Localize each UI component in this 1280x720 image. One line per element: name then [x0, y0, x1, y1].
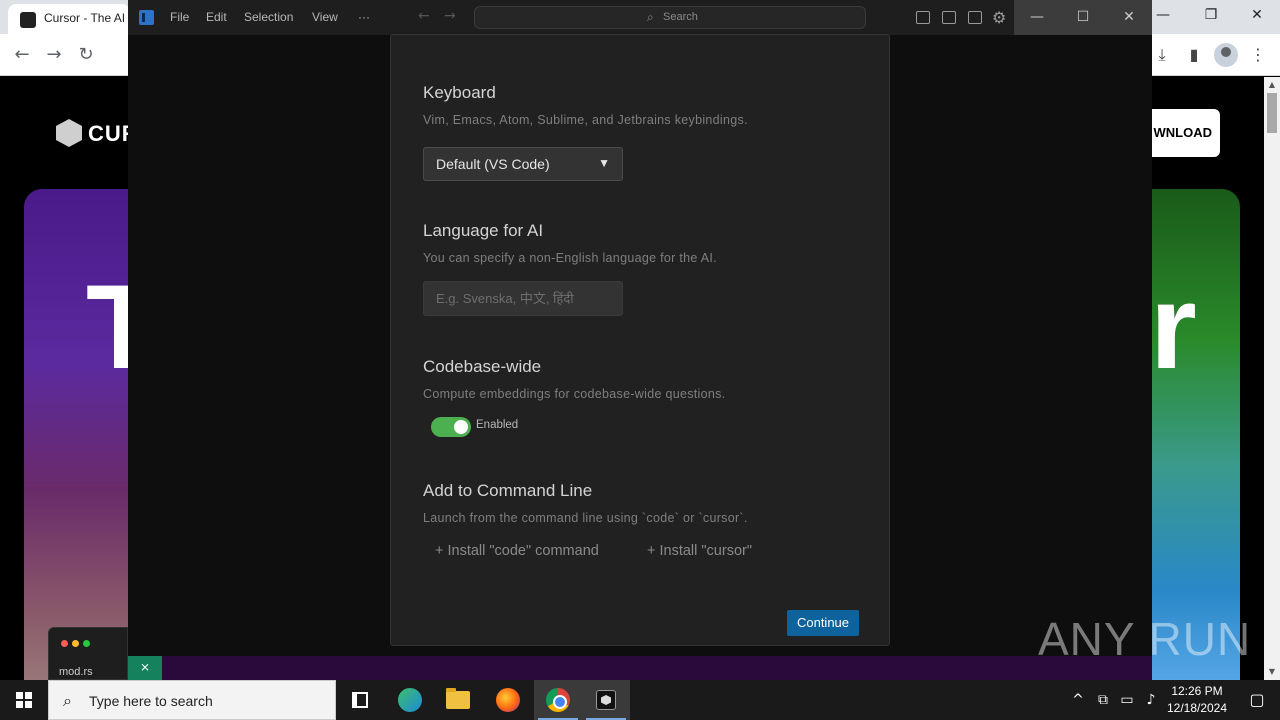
forward-arrow-icon[interactable]: → [42, 43, 66, 67]
cursor-logo-icon [56, 119, 82, 147]
taskbar-search-placeholder: Type here to search [89, 693, 213, 709]
cursor-maximize-button[interactable]: ☐ [1060, 0, 1106, 35]
cursor-app-taskbar-icon [596, 690, 616, 710]
dropdown-arrow-icon: ▼ [598, 156, 610, 170]
install-cursor-command-button[interactable]: + Install "cursor" [647, 543, 752, 559]
code-card-filename: mod.rs [59, 666, 93, 678]
toggle-panel-icon[interactable] [942, 11, 956, 24]
codebase-section-description: Compute embeddings for codebase-wide que… [423, 387, 726, 401]
codebase-section-title: Codebase-wide [423, 357, 542, 376]
keyboard-section-title: Keyboard [423, 83, 496, 102]
cursor-minimize-button[interactable]: — [1014, 0, 1060, 35]
chrome-restore-button[interactable]: ❐ [1188, 0, 1234, 34]
maximize-dot-icon [83, 640, 90, 647]
toggle-secondary-sidebar-icon[interactable] [968, 11, 982, 24]
taskbar-search-box[interactable]: ⌕ Type here to search [48, 680, 336, 720]
task-view-button[interactable] [336, 680, 384, 720]
network-adapter-icon[interactable]: ⧉ [1092, 680, 1114, 720]
folder-icon [446, 688, 470, 709]
search-placeholder: Search [663, 11, 698, 23]
install-code-command-button[interactable]: + Install "code" command [435, 543, 599, 559]
continue-button[interactable]: Continue [787, 610, 859, 636]
back-arrow-icon[interactable]: ← [10, 43, 34, 67]
start-button[interactable] [0, 680, 48, 720]
keyboard-section-description: Vim, Emacs, Atom, Sublime, and Jetbrains… [423, 113, 748, 127]
cursor-close-button[interactable]: ✕ [1106, 0, 1152, 35]
command-search-box[interactable]: ⌕ Search [474, 6, 866, 29]
close-dot-icon [61, 640, 68, 647]
command-line-section-description: Launch from the command line using `code… [423, 511, 748, 525]
edge-icon [398, 688, 422, 712]
minimize-dot-icon [72, 640, 79, 647]
windows-logo-icon [16, 692, 32, 708]
page-scrollbar[interactable]: ▲ ▼ [1264, 77, 1280, 680]
keybinding-select[interactable]: Default (VS Code) ▼ [423, 147, 623, 181]
volume-icon[interactable]: ♪ [1140, 680, 1162, 720]
download-button[interactable]: WNLOAD [1140, 109, 1220, 157]
taskbar-chrome[interactable] [534, 680, 582, 720]
show-hidden-icons-chevron-icon[interactable]: ^ [1068, 680, 1088, 720]
scroll-up-icon[interactable]: ▲ [1264, 77, 1280, 93]
task-view-icon [352, 692, 368, 708]
search-icon: ⌕ [63, 691, 72, 710]
ai-language-input[interactable] [423, 281, 623, 316]
taskbar-firefox[interactable] [484, 680, 532, 720]
nav-back-icon[interactable]: ← [418, 8, 430, 24]
keybinding-selected-value: Default (VS Code) [436, 156, 550, 172]
nav-forward-icon[interactable]: → [444, 8, 456, 24]
profile-avatar[interactable] [1214, 43, 1238, 67]
chrome-tab[interactable]: Cursor - The AI [8, 4, 130, 34]
menu-file[interactable]: File [170, 10, 189, 24]
chrome-menu-icon[interactable]: ⋮ [1246, 43, 1270, 67]
codebase-embeddings-toggle[interactable] [431, 417, 471, 437]
system-clock[interactable]: 12:26 PM 12/18/2024 [1160, 683, 1234, 717]
clock-date: 12/18/2024 [1166, 701, 1228, 715]
download-icon[interactable]: ⤓ [1150, 43, 1174, 67]
toggle-primary-sidebar-icon[interactable] [916, 11, 930, 24]
cursor-favicon-icon [20, 12, 36, 28]
menu-edit[interactable]: Edit [206, 10, 227, 24]
chrome-close-button[interactable]: ✕ [1234, 0, 1280, 34]
clock-time: 12:26 PM [1171, 684, 1223, 698]
taskbar-edge[interactable] [386, 680, 434, 720]
anyrun-watermark: ANY RUN [1038, 613, 1252, 665]
side-panel-icon[interactable]: ▮ [1182, 43, 1206, 67]
scrollbar-thumb[interactable] [1267, 93, 1277, 133]
toggle-knob [454, 420, 468, 434]
taskbar-file-explorer[interactable] [434, 680, 482, 720]
notification-center-icon[interactable]: ▢ [1234, 680, 1280, 720]
command-line-section-title: Add to Command Line [423, 481, 593, 500]
language-section-description: You can specify a non-English language f… [423, 251, 717, 265]
remote-indicator-icon[interactable]: ⨯ [128, 656, 162, 680]
menu-view[interactable]: View [312, 10, 338, 24]
firefox-icon [496, 688, 520, 712]
settings-gear-icon[interactable]: ⚙ [992, 8, 1006, 27]
windows-taskbar: ⌕ Type here to search ^ ⧉ ▭ ♪ 12:26 PM 1… [0, 680, 1280, 720]
reload-icon[interactable]: ↻ [74, 43, 98, 67]
menu-more[interactable]: ··· [358, 10, 370, 24]
onboarding-dialog: Keyboard Vim, Emacs, Atom, Sublime, and … [390, 34, 890, 646]
cursor-app-icon [139, 10, 154, 25]
scroll-down-icon[interactable]: ▼ [1264, 664, 1280, 680]
chrome-tab-title: Cursor - The AI [44, 11, 126, 25]
language-section-title: Language for AI [423, 221, 544, 240]
taskbar-cursor[interactable] [582, 680, 630, 720]
chrome-icon [546, 688, 570, 712]
cursor-editor-window: File Edit Selection View ··· ← → ⌕ Searc… [128, 0, 1152, 680]
network-icon[interactable]: ▭ [1116, 680, 1138, 720]
search-icon: ⌕ [647, 10, 654, 24]
cursor-titlebar: File Edit Selection View ··· ← → ⌕ Searc… [128, 0, 1152, 35]
code-preview-card: mod.rs [48, 627, 128, 680]
toggle-status-label: Enabled [476, 419, 519, 431]
hero-heading-fragment-right: r [1150, 260, 1197, 394]
editor-status-bar: ⨯ [128, 656, 1152, 680]
menu-selection[interactable]: Selection [244, 10, 293, 24]
